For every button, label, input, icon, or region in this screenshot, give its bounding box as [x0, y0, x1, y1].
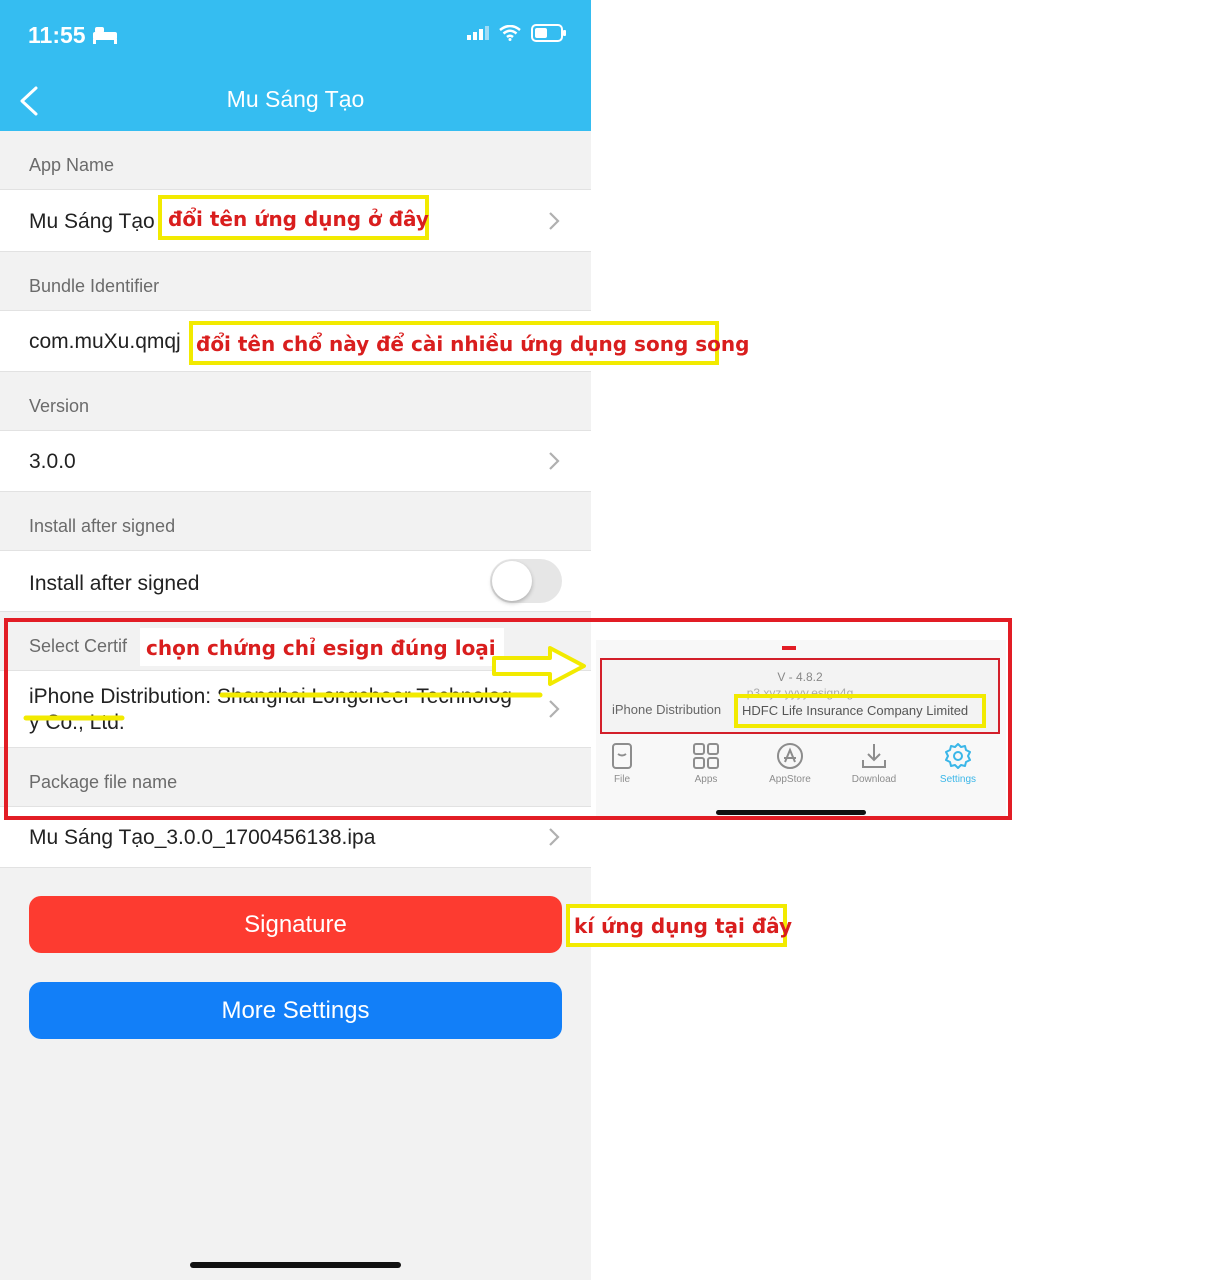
annotation-text: đổi tên ứng dụng ở đây [168, 207, 429, 231]
annotation-text: kí ứng dụng tại đây [574, 914, 793, 938]
annotation-text: đổi tên chổ này để cài nhiều ứng dụng so… [196, 332, 750, 356]
annotation-red-frame [4, 618, 1012, 820]
annotation-sign-here: kí ứng dụng tại đây [566, 904, 793, 947]
annotation-rename-bundle: đổi tên chổ này để cài nhiều ứng dụng so… [189, 321, 750, 365]
annotation-rename-app: đổi tên ứng dụng ở đây [158, 195, 429, 240]
